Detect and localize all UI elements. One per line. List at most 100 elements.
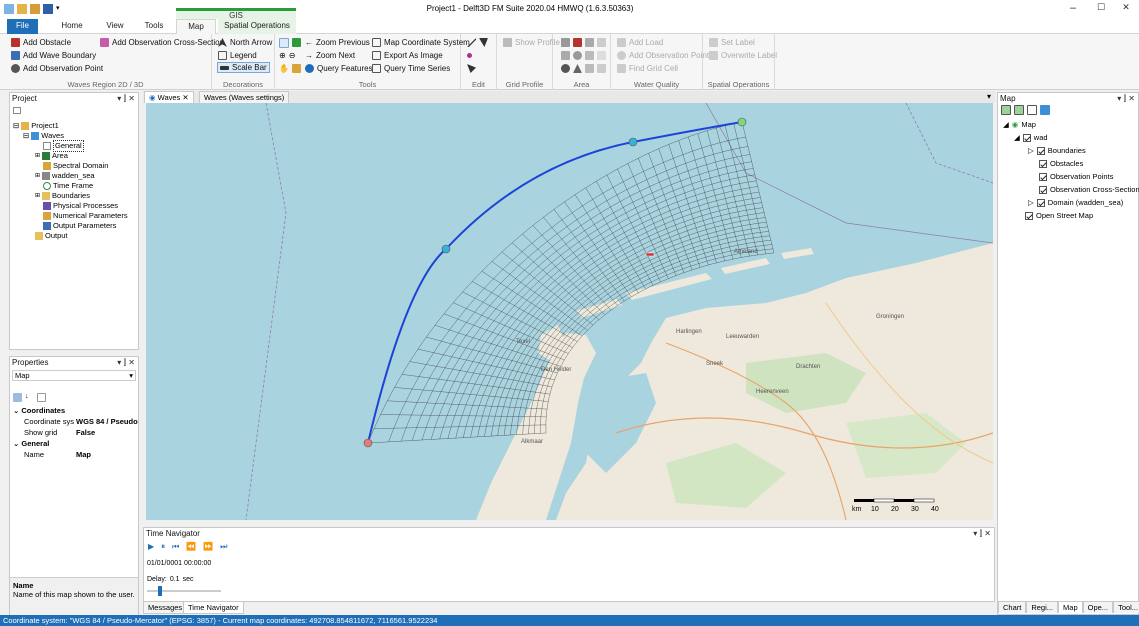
- zoom-previous-button[interactable]: ← Zoom Previous: [305, 37, 370, 48]
- expand-icon[interactable]: ▷: [1028, 145, 1034, 156]
- area-point-icon[interactable]: [573, 51, 582, 60]
- project-panel-controls[interactable]: ▾ ⫿ ✕: [117, 93, 135, 105]
- tree-wadden-sea[interactable]: ⊞ wadden_sea: [35, 171, 95, 181]
- tree-physical-processes[interactable]: Physical Processes: [43, 201, 118, 211]
- tab-toolbox[interactable]: Tool...: [1113, 601, 1139, 613]
- open-project-icon[interactable]: [17, 4, 27, 14]
- area-tools-row1[interactable]: [561, 37, 606, 48]
- layer-checkbox[interactable]: [1025, 211, 1033, 220]
- measure-icon[interactable]: [291, 64, 301, 73]
- layer-boundaries[interactable]: ▷ Boundaries: [1028, 145, 1086, 156]
- property-pages-icon[interactable]: [37, 393, 46, 402]
- add-obstacle-button[interactable]: Add Obstacle: [11, 37, 71, 48]
- map-canvas[interactable]: Ameland Harlingen Leeuwarden Groningen D…: [146, 103, 993, 520]
- move-point-tool[interactable]: [467, 50, 472, 61]
- north-arrow-button[interactable]: North Arrow: [218, 37, 272, 48]
- expand-icon[interactable]: ⊟: [13, 121, 19, 131]
- layer-checkbox[interactable]: [1039, 185, 1047, 194]
- section-general[interactable]: ⌄ General: [10, 439, 140, 449]
- area-tools-row2[interactable]: [561, 50, 606, 61]
- last-frame-icon[interactable]: ⏭: [220, 542, 227, 552]
- expand-icon[interactable]: ⊞: [35, 151, 40, 161]
- section-coordinates[interactable]: ⌄ Coordinates: [10, 406, 140, 416]
- map-panel-controls[interactable]: ▾ ⫿ ✕: [1117, 93, 1135, 105]
- area-triangle-icon[interactable]: [573, 64, 582, 73]
- layer-group-icon[interactable]: [1014, 105, 1024, 115]
- tab-operations[interactable]: Ope...: [1082, 601, 1114, 613]
- add-layer-icon[interactable]: [1001, 105, 1011, 115]
- play-icon[interactable]: ▶: [148, 542, 154, 552]
- previous-frame-icon[interactable]: ⏪: [186, 542, 196, 552]
- tree-project1[interactable]: ⊟ Project1: [13, 121, 59, 131]
- show-profile-button[interactable]: Show Profile: [503, 37, 560, 48]
- coordinate-system-value[interactable]: WGS 84 / Pseudo-M: [76, 417, 138, 427]
- area-bridge-icon[interactable]: [585, 51, 594, 60]
- zoom-in-icon[interactable]: ⊕: [279, 50, 286, 61]
- overwrite-label-button[interactable]: Overwrite Label: [709, 50, 777, 61]
- area-landmark-icon[interactable]: [585, 64, 594, 73]
- tab-map[interactable]: Map: [176, 19, 216, 35]
- expand-icon[interactable]: ▷: [1028, 197, 1034, 208]
- tree-time-frame[interactable]: Time Frame: [43, 181, 93, 191]
- tree-general[interactable]: General: [43, 140, 84, 152]
- time-navigator-controls[interactable]: ▾ ⫿ ✕: [973, 528, 991, 540]
- collapse-icon[interactable]: ◢: [1014, 132, 1020, 143]
- prop-row-coordinate-system[interactable]: Coordinate sys WGS 84 / Pseudo-M: [10, 417, 140, 427]
- delay-slider[interactable]: [147, 586, 221, 596]
- layer-obstacles[interactable]: Obstacles: [1039, 158, 1083, 169]
- tab-waves-map[interactable]: ◉ Waves ✕: [144, 91, 194, 103]
- delay-slider-thumb[interactable]: [158, 586, 162, 596]
- tab-tools[interactable]: Tools: [136, 19, 172, 34]
- properties-panel-controls[interactable]: ▾ ⫿ ✕: [117, 357, 135, 369]
- prop-row-name[interactable]: Name Map: [10, 450, 140, 460]
- layer-observation-cross-sections[interactable]: Observation Cross-Sections: [1039, 184, 1139, 195]
- layer-checkbox[interactable]: [1036, 198, 1045, 207]
- edit-tools[interactable]: [467, 37, 488, 48]
- quick-access-dropdown-icon[interactable]: ▾: [56, 4, 62, 14]
- object-selector[interactable]: Map ▾: [12, 370, 136, 381]
- collapse-icon[interactable]: ⌄: [13, 439, 19, 448]
- zoom-out-icon[interactable]: ⊖: [289, 50, 296, 61]
- pan-tools[interactable]: ✋: [279, 63, 301, 74]
- maximize-button[interactable]: ☐: [1088, 2, 1114, 16]
- delete-tool[interactable]: [467, 63, 476, 74]
- query-features-button[interactable]: Query Features: [305, 63, 373, 74]
- expand-icon[interactable]: ⊞: [35, 191, 40, 201]
- area-view-icon[interactable]: [561, 64, 570, 73]
- map-view[interactable]: Ameland Harlingen Leeuwarden Groningen D…: [146, 103, 993, 520]
- area-weir-icon[interactable]: [597, 38, 606, 47]
- show-grid-value[interactable]: False: [76, 428, 95, 438]
- set-label-button[interactable]: Set Label: [709, 37, 755, 48]
- tab-spatial-operations[interactable]: Spatial Operations: [218, 19, 296, 34]
- add-load-button[interactable]: Add Load: [617, 37, 663, 48]
- layer-domain-wadden-sea[interactable]: ▷ Domain (wadden_sea): [1028, 197, 1123, 208]
- layer-properties-icon[interactable]: [1040, 105, 1050, 115]
- tab-messages[interactable]: Messages: [143, 602, 188, 614]
- query-time-series-button[interactable]: Query Time Series: [372, 63, 450, 74]
- area-pump-icon[interactable]: [585, 38, 594, 47]
- close-button[interactable]: ✕: [1113, 2, 1139, 16]
- area-embankment-icon[interactable]: [597, 51, 606, 60]
- layer-open-street-map[interactable]: Open Street Map: [1025, 210, 1093, 221]
- map-coordinate-system-button[interactable]: Map Coordinate System: [372, 37, 470, 48]
- add-wave-boundary-button[interactable]: Add Wave Boundary: [11, 50, 96, 61]
- save-icon[interactable]: [43, 4, 53, 14]
- tab-waves-settings[interactable]: Waves (Waves settings): [199, 91, 290, 103]
- categorized-icon[interactable]: [13, 393, 22, 402]
- tab-map[interactable]: Map: [1058, 601, 1083, 613]
- pan-hand-icon[interactable]: ✋: [279, 63, 289, 74]
- new-project-icon[interactable]: [4, 4, 14, 14]
- select-tool[interactable]: [279, 37, 301, 48]
- tab-home[interactable]: Home: [52, 19, 92, 34]
- export-as-image-button[interactable]: Export As Image: [372, 50, 443, 61]
- layer-wad[interactable]: ◢ wad: [1014, 132, 1048, 143]
- zoom-next-button[interactable]: → Zoom Next: [305, 50, 355, 61]
- move-point-icon[interactable]: [467, 53, 472, 58]
- area-dry-icon[interactable]: [561, 51, 570, 60]
- open-folder-icon[interactable]: [30, 4, 40, 14]
- area-gate-icon[interactable]: [573, 38, 582, 47]
- layer-checkbox[interactable]: [1022, 133, 1031, 142]
- layer-observation-points[interactable]: Observation Points: [1039, 171, 1113, 182]
- tree-output[interactable]: Output: [35, 231, 68, 241]
- tab-view[interactable]: View: [95, 19, 135, 34]
